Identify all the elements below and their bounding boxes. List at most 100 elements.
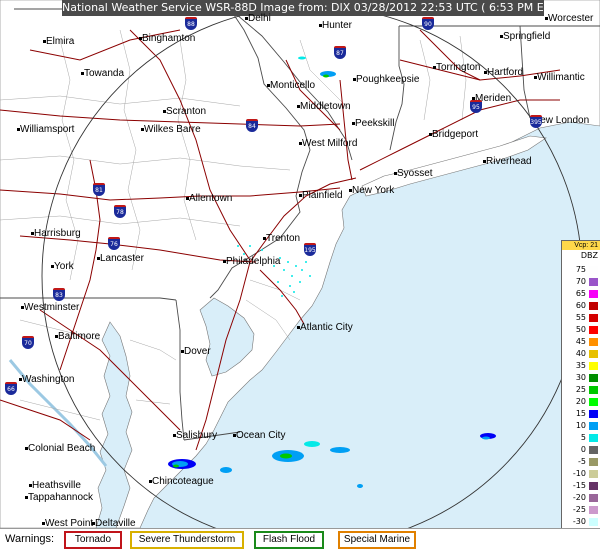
city-label: Atlantic City	[300, 322, 353, 333]
echo-cell	[330, 447, 350, 453]
legend-swatch	[589, 338, 598, 346]
city-label: Towanda	[84, 68, 125, 79]
city-label: Dover	[184, 346, 211, 357]
city-label: Salisbury	[176, 430, 218, 441]
city-label: Baltimore	[58, 331, 101, 342]
legend-swatch	[589, 434, 598, 442]
city-label: West Milford	[302, 138, 358, 149]
echo-cell	[220, 467, 232, 473]
city-label: New York	[352, 185, 395, 196]
legend-row: -10	[562, 469, 600, 479]
legend-level-label: -5	[578, 457, 586, 466]
legend-row: -30	[562, 517, 600, 527]
city-label: Chincoteague	[152, 476, 214, 487]
city-label: Poughkeepsie	[356, 74, 420, 85]
interstate-shield-icon: 70	[22, 336, 34, 349]
legend-level-label: 75	[575, 265, 586, 274]
legend-row: 65	[562, 289, 600, 299]
warnings-label: Warnings:	[5, 533, 55, 545]
legend-level-label: 35	[575, 361, 586, 370]
legend-row: 40	[562, 349, 600, 359]
legend-level-label: -20	[572, 493, 586, 502]
city-label: Allentown	[189, 193, 233, 204]
legend-swatch	[589, 506, 598, 514]
interstate-shield-icon: 66	[5, 382, 17, 395]
legend-row: 45	[562, 337, 600, 347]
city-label: Philadelphia	[226, 256, 281, 267]
echo-cell	[357, 484, 363, 488]
legend-level-label: 25	[575, 385, 586, 394]
interstate-shield-icon: 81	[93, 183, 105, 196]
city-label: Hunter	[322, 20, 353, 31]
legend-swatch	[589, 278, 598, 286]
radar-frame: National Weather Service WSR-88D Image f…	[0, 0, 600, 550]
city-label: Ocean City	[236, 430, 286, 441]
legend-swatch	[589, 374, 598, 382]
echo-cell	[298, 56, 306, 60]
legend-row: 50	[562, 325, 600, 335]
legend-swatch	[589, 350, 598, 358]
legend-swatch	[589, 494, 598, 502]
legend-level-label: 50	[575, 325, 586, 334]
legend-row: 20	[562, 397, 600, 407]
legend-swatch	[589, 266, 598, 274]
city-label: York	[54, 261, 74, 272]
interstate-shield-icon: 83	[53, 288, 65, 301]
legend-swatch	[589, 302, 598, 310]
legend-row: 55	[562, 313, 600, 323]
legend-level-label: 20	[575, 397, 586, 406]
legend-level-label: 0	[580, 445, 586, 454]
echo-cell	[173, 464, 179, 468]
city-label: Hartford	[487, 67, 524, 78]
city-label: Trenton	[266, 233, 301, 244]
legend-swatch	[589, 422, 598, 430]
city-label: Syosset	[397, 168, 433, 179]
city-label: Elmira	[46, 36, 75, 47]
interstate-shield-icon: 88	[185, 17, 197, 30]
city-label: Heathsville	[32, 480, 81, 491]
city-label: Williamsport	[20, 124, 75, 135]
legend-swatch	[589, 446, 598, 454]
city-label: Middletown	[300, 101, 351, 112]
interstate-shield-icon: 195	[304, 243, 316, 256]
legend-level-label: 15	[575, 409, 586, 418]
city-label: Peekskill	[355, 118, 395, 129]
echo-cell	[304, 441, 320, 447]
city-label: Scranton	[166, 106, 207, 117]
echo-cell	[280, 453, 292, 459]
warning-tornado-toggle[interactable]: Tornado	[64, 531, 122, 549]
warning-special-marine-toggle[interactable]: Special Marine	[338, 531, 416, 549]
city-label: Torrington	[436, 62, 481, 73]
city-label: Colonial Beach	[28, 443, 96, 454]
legend-row: 0	[562, 445, 600, 455]
warning-flash-flood-toggle[interactable]: Flash Flood	[254, 531, 324, 549]
legend-row: -25	[562, 505, 600, 515]
warnings-bar: Warnings: Tornado Severe Thunderstorm Flas…	[0, 528, 600, 550]
legend-row: 5	[562, 433, 600, 443]
legend-row: 60	[562, 301, 600, 311]
interstate-shield-icon: 76	[108, 237, 120, 250]
legend-unit: DBZ	[580, 251, 598, 260]
legend-row: 75	[562, 265, 600, 275]
interstate-shield-icon: 395	[530, 115, 542, 128]
city-label: Monticello	[270, 80, 316, 91]
legend-swatch	[589, 314, 598, 322]
legend-swatch	[589, 386, 598, 394]
city-label: Washington	[22, 374, 75, 385]
city-label: Wilkes Barre	[144, 124, 201, 135]
city-label: Springfield	[503, 31, 551, 42]
legend-row: 10	[562, 421, 600, 431]
legend-swatch	[589, 470, 598, 478]
echo-cell	[323, 74, 329, 78]
interstate-shield-icon: 87	[334, 46, 346, 59]
interstate-shield-icon: 95	[470, 100, 482, 113]
legend-row: -20	[562, 493, 600, 503]
radar-title-bar: National Weather Service WSR-88D Image f…	[62, 0, 564, 16]
legend-swatch	[589, 410, 598, 418]
legend-level-label: 55	[575, 313, 586, 322]
warning-severe-thunderstorm-toggle[interactable]: Severe Thunderstorm	[130, 531, 244, 549]
city-label: Plainfield	[302, 190, 343, 201]
city-label: Bridgeport	[432, 129, 479, 140]
legend-row: 70	[562, 277, 600, 287]
legend-level-label: -30	[572, 517, 586, 526]
